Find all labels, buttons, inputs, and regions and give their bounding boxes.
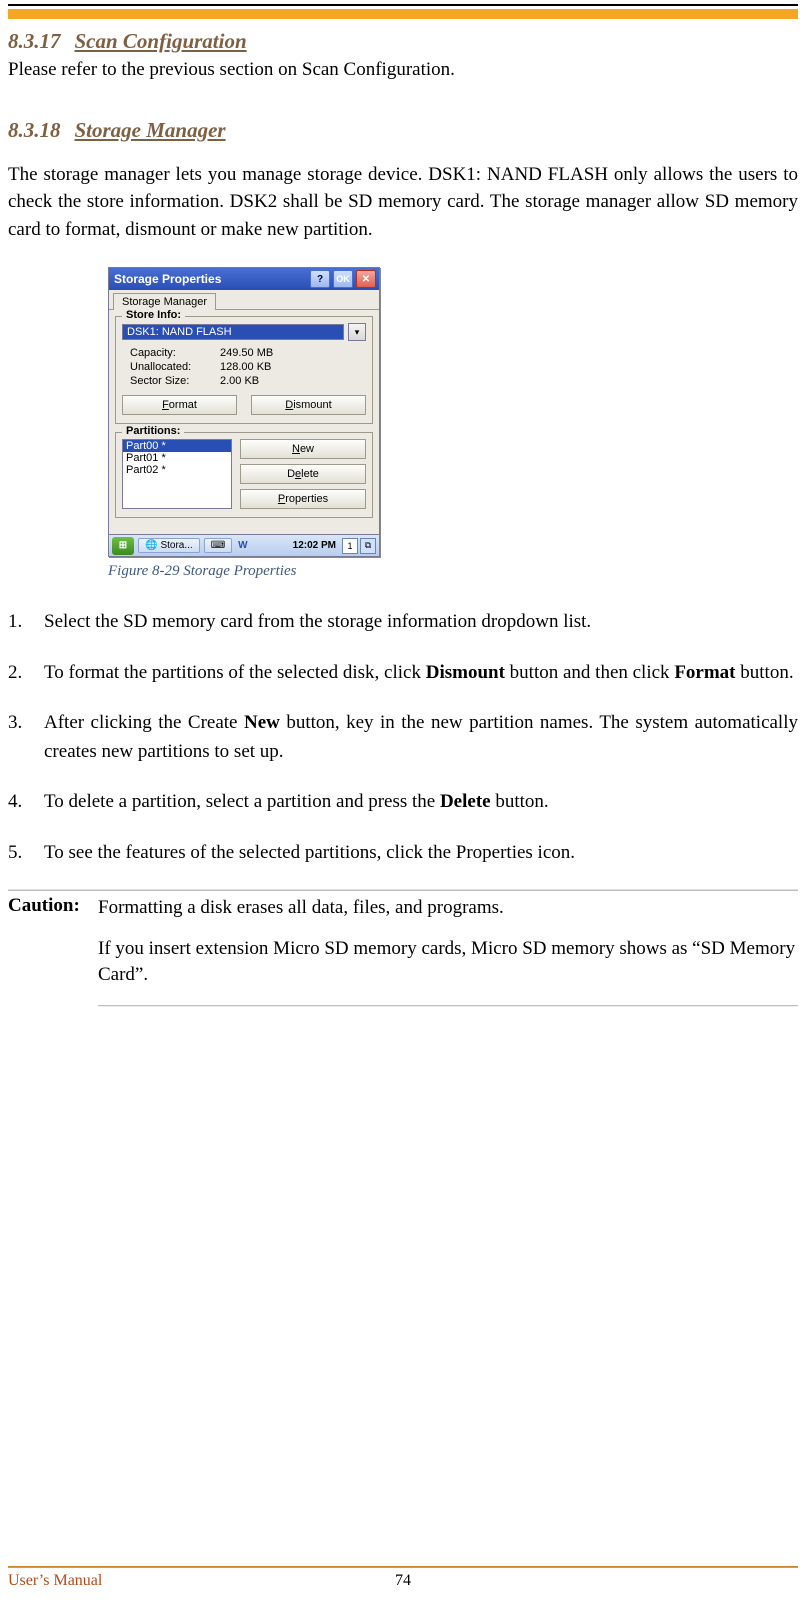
capacity-value: 249.50 MB (220, 347, 273, 359)
step-4: To delete a partition, select a partitio… (8, 788, 798, 817)
ok-button[interactable]: OK (333, 270, 353, 288)
new-button[interactable]: New (240, 439, 366, 459)
unallocated-value: 128.00 KB (220, 361, 271, 373)
partition-item[interactable]: Part01 * (123, 452, 231, 464)
partitions-label: Partitions: (122, 425, 184, 437)
delete-button[interactable]: Delete (240, 464, 366, 484)
globe-icon: 🌐 (145, 540, 157, 551)
store-info-label: Store Info: (122, 309, 185, 321)
orange-bar (8, 9, 798, 19)
step-2: To format the partitions of the selected… (8, 659, 798, 688)
taskbar: ⊞ 🌐Stora... ⌨ W 12:02 PM 1 ⧉ (109, 534, 379, 556)
caution-text-2: If you insert extension Micro SD memory … (98, 936, 798, 989)
caution-block: Caution: Formatting a disk erases all da… (8, 895, 798, 1003)
top-divider (8, 4, 798, 6)
scan-configuration-text: Please refer to the previous section on … (8, 56, 798, 84)
tray-item[interactable]: ⧉ (360, 538, 376, 554)
taskbar-clock: 12:02 PM (293, 540, 336, 551)
format-button[interactable]: Format (122, 395, 237, 415)
window-titlebar: Storage Properties ? OK ✕ (109, 268, 379, 290)
store-select-value: DSK1: NAND FLASH (123, 325, 343, 339)
heading-title: Scan Configuration (75, 29, 247, 53)
heading-storage-manager: 8.3.18 Storage Manager (8, 118, 798, 143)
taskbar-item-keyboard[interactable]: ⌨ (204, 538, 232, 553)
storage-properties-screenshot: Storage Properties ? OK ✕ Storage Manage… (108, 267, 380, 557)
heading-title: Storage Manager (75, 118, 226, 142)
footer-manual-label: User’s Manual (8, 1572, 102, 1590)
dropdown-button[interactable]: ▾ (348, 323, 366, 341)
word-icon: W (238, 540, 247, 551)
store-select[interactable]: DSK1: NAND FLASH (122, 324, 344, 340)
unallocated-label: Unallocated: (130, 361, 220, 373)
caution-text-1: Formatting a disk erases all data, files… (98, 895, 798, 922)
heading-number: 8.3.17 (8, 29, 61, 53)
taskbar-item-storage[interactable]: 🌐Stora... (138, 538, 200, 553)
close-button[interactable]: ✕ (356, 270, 376, 288)
step-5: To see the features of the selected part… (8, 839, 798, 868)
step-3: After clicking the Create New button, ke… (8, 709, 798, 766)
partitions-listbox[interactable]: Part00 * Part01 * Part02 * (122, 439, 232, 509)
help-button[interactable]: ? (310, 270, 330, 288)
start-button[interactable]: ⊞ (112, 537, 134, 555)
figure-caption: Figure 8-29 Storage Properties (108, 563, 798, 580)
tray-item[interactable]: 1 (342, 538, 358, 554)
caution-separator (8, 889, 798, 891)
properties-button[interactable]: Properties (240, 489, 366, 509)
caution-end-separator (98, 1005, 798, 1006)
keyboard-icon: ⌨ (211, 540, 225, 551)
footer-divider (8, 1566, 798, 1568)
heading-number: 8.3.18 (8, 118, 61, 142)
heading-scan-configuration: 8.3.17 Scan Configuration (8, 29, 798, 54)
dismount-button[interactable]: Dismount (251, 395, 366, 415)
partition-item[interactable]: Part00 * (123, 440, 231, 452)
sector-size-label: Sector Size: (130, 375, 220, 387)
caution-label: Caution: (8, 895, 98, 1003)
page-footer: User’s Manual 74 (8, 1566, 798, 1590)
sector-size-value: 2.00 KB (220, 375, 259, 387)
capacity-label: Capacity: (130, 347, 220, 359)
storage-manager-intro: The storage manager lets you manage stor… (8, 161, 798, 244)
partition-item[interactable]: Part02 * (123, 464, 231, 476)
page-number: 74 (395, 1572, 411, 1590)
step-1: Select the SD memory card from the stora… (8, 608, 798, 637)
window-title: Storage Properties (112, 272, 307, 286)
tab-storage-manager[interactable]: Storage Manager (113, 293, 216, 310)
